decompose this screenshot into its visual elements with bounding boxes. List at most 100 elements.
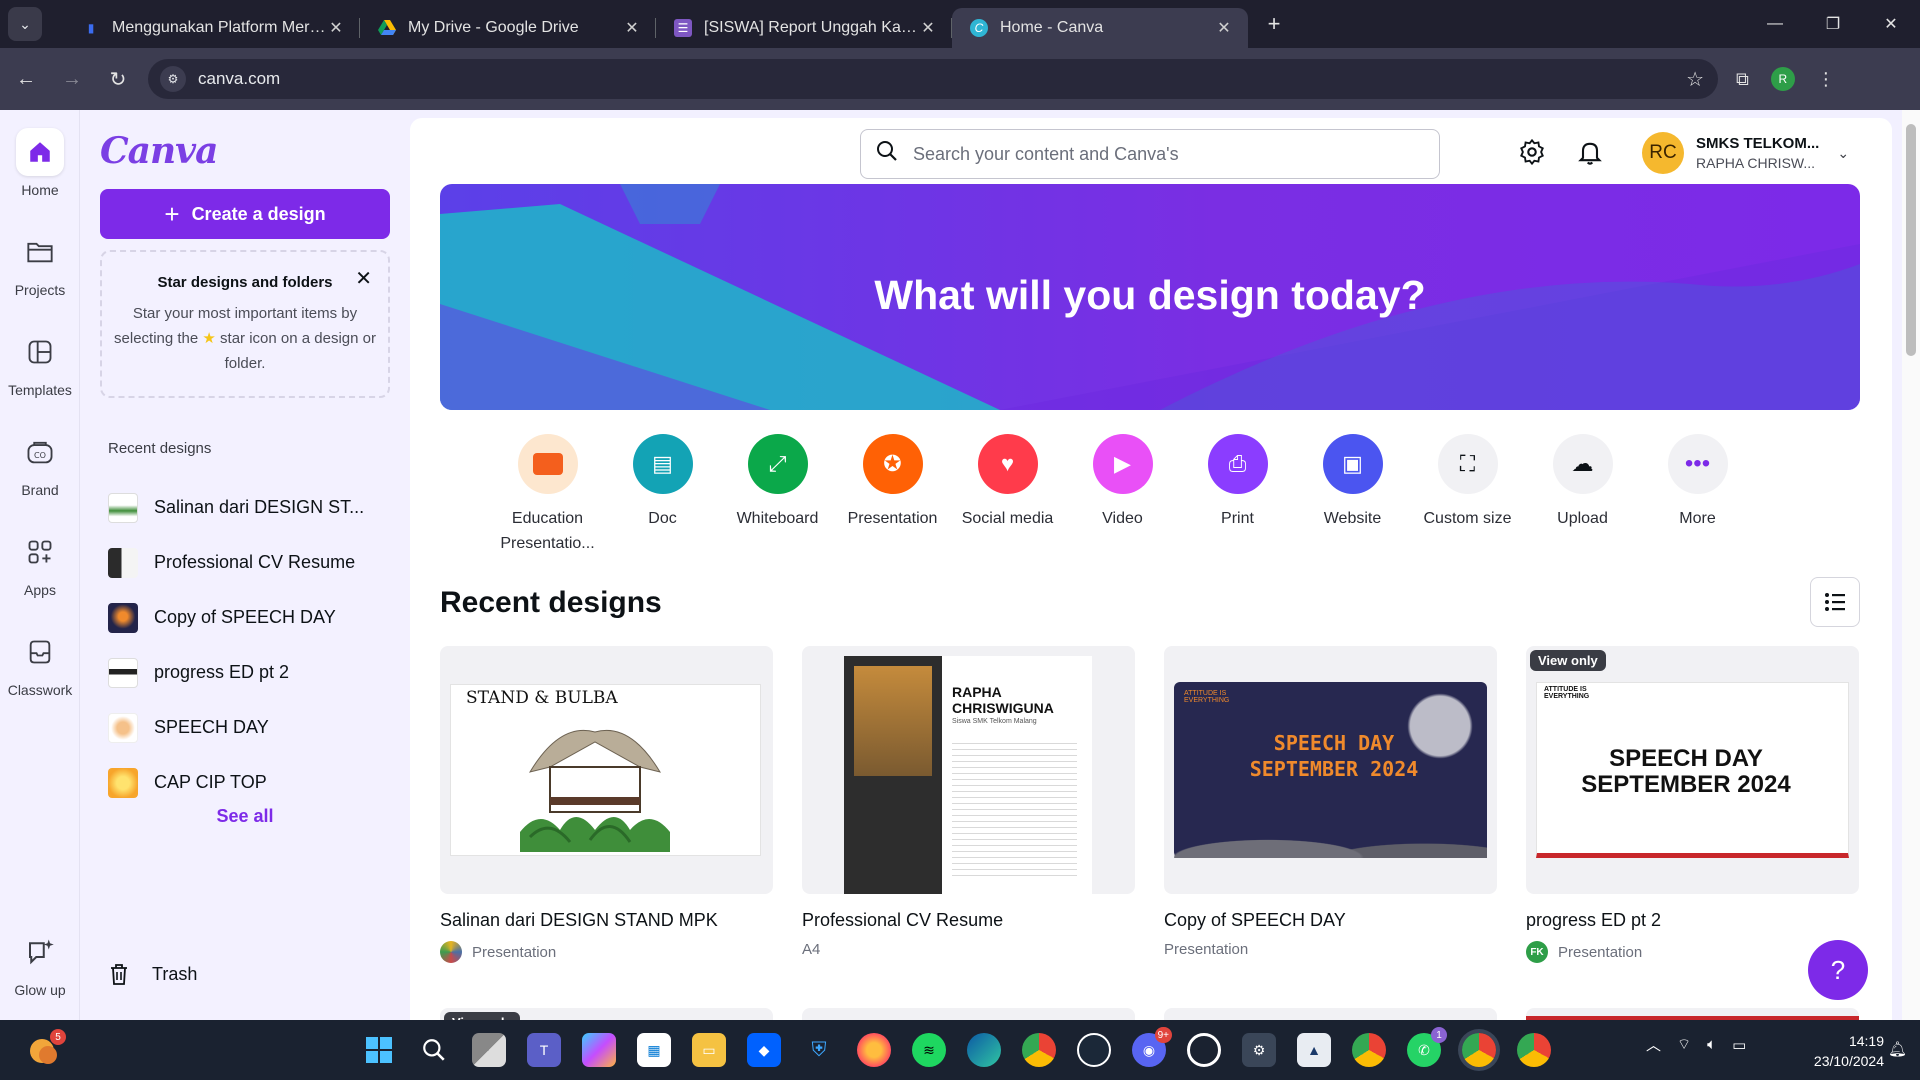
taskbar-clock[interactable]: 14:19 23/10/2024 <box>1784 1031 1884 1071</box>
list-view-toggle[interactable] <box>1810 577 1860 627</box>
close-icon[interactable]: ✕ <box>326 18 346 38</box>
shortcut-video[interactable]: ▶ Video <box>1065 434 1180 556</box>
chrome-second-profile-icon[interactable] <box>1517 1033 1551 1067</box>
scrollbar-thumb[interactable] <box>1906 124 1916 356</box>
close-icon[interactable]: ✕ <box>622 18 642 38</box>
reload-icon[interactable]: ↻ <box>98 59 138 99</box>
settings-gear-icon[interactable] <box>1518 138 1546 173</box>
rail-item-templates[interactable]: Templates <box>0 328 80 398</box>
security-shield-icon[interactable]: ⛨ <box>802 1033 836 1067</box>
extensions-icon[interactable]: ⧉ <box>1736 69 1749 90</box>
shortcut-more[interactable]: ••• More <box>1640 434 1755 556</box>
teams-icon[interactable]: T <box>527 1033 561 1067</box>
notifications-bell-icon[interactable] <box>1576 138 1604 173</box>
rail-item-brand[interactable]: CO Brand <box>0 428 80 498</box>
design-card[interactable]: RAPHA CHRISWIGUNA Siswa SMK Telkom Malan… <box>802 646 1135 963</box>
bookmark-star-icon[interactable]: ☆ <box>1686 67 1704 92</box>
task-view-icon[interactable] <box>472 1033 506 1067</box>
close-window-icon[interactable]: ✕ <box>1862 0 1920 48</box>
profile-avatar[interactable]: R <box>1770 67 1795 91</box>
shortcut-doc[interactable]: ▤ Doc <box>605 434 720 556</box>
help-button[interactable]: ? <box>1808 940 1868 1000</box>
chrome-icon[interactable] <box>1022 1033 1056 1067</box>
close-icon[interactable]: ✕ <box>918 18 938 38</box>
create-design-button[interactable]: + Create a design <box>100 189 390 239</box>
spotify-icon[interactable]: ≋ <box>912 1033 946 1067</box>
steam-icon[interactable] <box>1077 1033 1111 1067</box>
rail-item-glow-up[interactable]: Glow up <box>0 928 80 998</box>
cisco-packet-tracer-icon[interactable]: ▲ <box>1297 1033 1331 1067</box>
new-tab-button[interactable]: + <box>1256 6 1292 42</box>
rail-item-apps[interactable]: Apps <box>0 528 80 598</box>
wifi-icon[interactable]: ⌔ <box>1677 1035 1691 1054</box>
microsoft-store-icon[interactable]: ▦ <box>637 1033 671 1067</box>
canva-logo[interactable]: Canva <box>100 130 218 172</box>
shortcut-label: Custom size <box>1423 510 1512 527</box>
browser-menu-icon[interactable]: ⋮ <box>1817 69 1835 90</box>
browser-tab[interactable]: ☰ [SISWA] Report Unggah Karya C ✕ <box>656 8 952 48</box>
close-icon[interactable]: ✕ <box>355 266 372 291</box>
rail-item-classwork[interactable]: Classwork <box>0 628 80 698</box>
browser-tab[interactable]: My Drive - Google Drive ✕ <box>360 8 656 48</box>
cv-subtitle: Siswa SMK Telkom Malang <box>952 718 1037 725</box>
obs-icon[interactable] <box>1187 1033 1221 1067</box>
shortcut-whiteboard[interactable]: ⤢ Whiteboard <box>720 434 835 556</box>
shortcut-website[interactable]: ▣ Website <box>1295 434 1410 556</box>
print-icon: ⎙ <box>1207 434 1268 494</box>
browser-tab-active[interactable]: C Home - Canva ✕ <box>952 8 1248 48</box>
recent-design-item[interactable]: SPEECH DAY <box>108 700 398 755</box>
restore-icon[interactable]: ❐ <box>1804 0 1862 48</box>
side-panel: Canva + Create a design ✕ Star designs a… <box>80 110 410 1020</box>
account-switcher[interactable]: RC SMKS TELKOM... RAPHA CHRISW... ⌄ <box>1642 132 1849 174</box>
search-icon[interactable] <box>417 1033 451 1067</box>
design-card[interactable]: ATTITUDE IS EVERYTHING SPEECH DAY SEPTEM… <box>1164 646 1497 963</box>
close-icon[interactable]: ✕ <box>1214 18 1234 38</box>
design-card[interactable]: STAND & BULBA Salinan dari DESIGN STAND … <box>440 646 773 963</box>
tab-search-button[interactable]: ⌄ <box>8 7 42 41</box>
chrome-profile-icon[interactable] <box>1352 1033 1386 1067</box>
shortcut-custom-size[interactable]: ⛶ Custom size <box>1410 434 1525 556</box>
design-card[interactable]: View only <box>440 1008 773 1020</box>
url-input[interactable]: ⚙ canva.com ☆ <box>148 59 1718 99</box>
search-input[interactable]: Search your content and Canva's <box>860 129 1440 179</box>
volume-icon[interactable]: 🔈︎ <box>1707 1036 1716 1053</box>
notification-bell-icon[interactable]: 🔔︎ <box>1888 1040 1907 1058</box>
browser-tab[interactable]: ▮ Menggunakan Platform Merdeka ✕ <box>64 8 360 48</box>
recent-design-item[interactable]: CAP CIP TOP <box>108 755 398 810</box>
minimize-icon[interactable]: — <box>1746 0 1804 48</box>
design-card[interactable]: ATTITUDE IS EVERYTHING SPEECH DAY SEPTEM… <box>1526 646 1859 963</box>
forward-icon[interactable]: → <box>52 59 92 99</box>
dropbox-icon[interactable]: ◆ <box>747 1033 781 1067</box>
page-scrollbar[interactable] <box>1902 110 1920 1020</box>
discord-icon[interactable]: ◉ 9+ <box>1132 1027 1172 1067</box>
shortcut-social-media[interactable]: ♥ Social media <box>950 434 1065 556</box>
site-info-icon[interactable]: ⚙ <box>160 66 186 92</box>
back-icon[interactable]: ← <box>6 59 46 99</box>
design-card[interactable] <box>1526 1008 1859 1020</box>
file-explorer-icon[interactable]: ▭ <box>692 1033 726 1067</box>
design-card[interactable] <box>802 1008 1135 1020</box>
copilot-icon[interactable] <box>582 1033 616 1067</box>
design-card[interactable] <box>1164 1008 1497 1020</box>
recent-design-item[interactable]: Salinan dari DESIGN ST... <box>108 480 398 535</box>
firefox-icon[interactable] <box>857 1033 891 1067</box>
rail-item-projects[interactable]: Projects <box>0 228 80 298</box>
shortcut-education-presentation[interactable]: Education Presentatio... <box>490 434 605 556</box>
battery-icon[interactable]: ▭ <box>1732 1036 1746 1054</box>
see-all-link[interactable]: See all <box>80 806 410 827</box>
recent-design-item[interactable]: Professional CV Resume <box>108 535 398 590</box>
recent-design-item[interactable]: Copy of SPEECH DAY <box>108 590 398 645</box>
weather-widget[interactable]: 5 <box>26 1029 66 1069</box>
trash-link[interactable]: Trash <box>108 962 197 986</box>
tray-chevron-up-icon[interactable]: ︿ <box>1646 1034 1661 1055</box>
rail-item-home[interactable]: Home <box>0 128 80 198</box>
shortcut-upload[interactable]: ☁ Upload <box>1525 434 1640 556</box>
edge-icon[interactable] <box>967 1033 1001 1067</box>
steam-active-icon[interactable]: ⚙ <box>1242 1033 1276 1067</box>
shortcut-presentation[interactable]: ✪ Presentation <box>835 434 950 556</box>
recent-design-item[interactable]: progress ED pt 2 <box>108 645 398 700</box>
whatsapp-icon[interactable]: ✆ 1 <box>1407 1027 1447 1067</box>
windows-start-icon[interactable] <box>362 1033 396 1067</box>
chrome-active-icon[interactable] <box>1462 1033 1496 1067</box>
shortcut-print[interactable]: ⎙ Print <box>1180 434 1295 556</box>
